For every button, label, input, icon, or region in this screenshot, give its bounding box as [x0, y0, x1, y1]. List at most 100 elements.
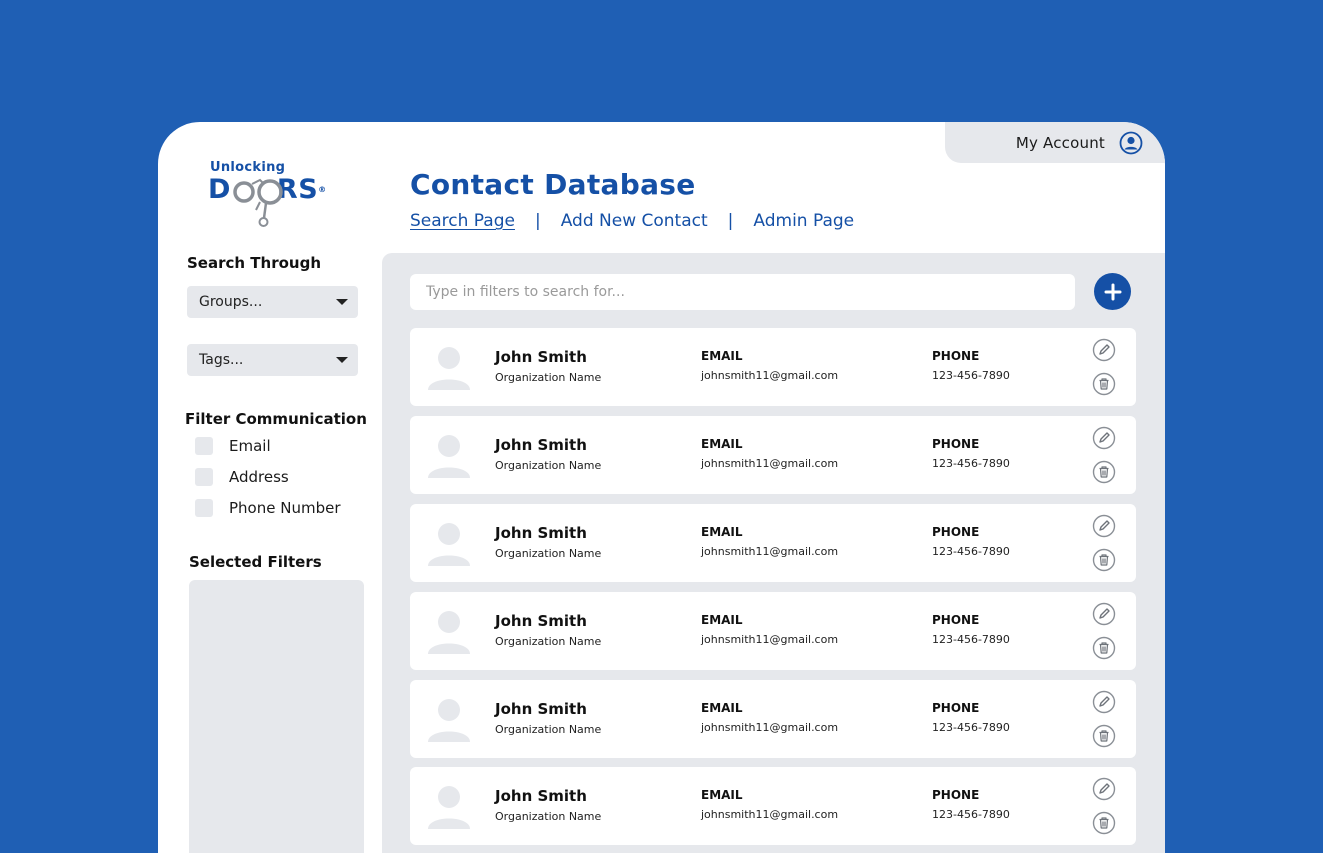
- contacts-panel: John Smith Organization Name EMAIL johns…: [382, 253, 1165, 853]
- phone-label: PHONE: [932, 613, 980, 627]
- phone-label: PHONE: [932, 525, 980, 539]
- delete-contact-button[interactable]: [1092, 811, 1116, 835]
- nav-separator: |: [727, 211, 734, 231]
- caret-down-icon: [336, 357, 348, 363]
- my-account-label: My Account: [1015, 133, 1105, 152]
- trash-icon: [1092, 811, 1116, 835]
- sidebar: Unlocking D RS ® Search Through Groups..…: [158, 122, 380, 853]
- groups-dropdown-label: Groups...: [199, 294, 263, 310]
- email-checkbox-label: Email: [229, 437, 271, 455]
- contact-name: John Smith: [495, 612, 587, 630]
- handcuffs-icon: [233, 178, 283, 227]
- contact-organization: Organization Name: [495, 547, 602, 560]
- unlocking-doors-logo: Unlocking D RS ®: [208, 160, 348, 232]
- edit-contact-button[interactable]: [1092, 514, 1116, 538]
- groups-dropdown[interactable]: Groups...: [187, 286, 358, 318]
- delete-contact-button[interactable]: [1092, 724, 1116, 748]
- contact-card[interactable]: John Smith Organization Name EMAIL johns…: [410, 504, 1136, 582]
- search-input[interactable]: [410, 274, 1075, 310]
- email-label: EMAIL: [701, 525, 743, 539]
- logo-letter-d: D: [208, 174, 231, 205]
- pencil-icon: [1092, 338, 1116, 362]
- logo-registered-mark: ®: [318, 185, 327, 194]
- contact-phone: 123-456-7890: [932, 721, 1010, 734]
- email-checkbox[interactable]: [195, 437, 213, 455]
- contact-card[interactable]: John Smith Organization Name EMAIL johns…: [410, 680, 1136, 758]
- avatar-placeholder-icon: [428, 611, 470, 654]
- nav-add-new-contact-link[interactable]: Add New Contact: [561, 211, 708, 231]
- filter-email-option[interactable]: Email: [195, 437, 271, 455]
- contact-name: John Smith: [495, 524, 587, 542]
- contact-card[interactable]: John Smith Organization Name EMAIL johns…: [410, 416, 1136, 494]
- contact-organization: Organization Name: [495, 810, 602, 823]
- email-label: EMAIL: [701, 349, 743, 363]
- filter-address-option[interactable]: Address: [195, 468, 289, 486]
- edit-contact-button[interactable]: [1092, 338, 1116, 362]
- nav-admin-page-link[interactable]: Admin Page: [753, 211, 854, 231]
- edit-contact-button[interactable]: [1092, 777, 1116, 801]
- avatar-placeholder-icon: [428, 786, 470, 829]
- delete-contact-button[interactable]: [1092, 460, 1116, 484]
- phone-label: PHONE: [932, 788, 980, 802]
- trash-icon: [1092, 548, 1116, 572]
- caret-down-icon: [336, 299, 348, 305]
- contact-card[interactable]: John Smith Organization Name EMAIL johns…: [410, 328, 1136, 406]
- contact-name: John Smith: [495, 787, 587, 805]
- contact-phone: 123-456-7890: [932, 457, 1010, 470]
- contact-phone: 123-456-7890: [932, 633, 1010, 646]
- phone-checkbox-label: Phone Number: [229, 499, 341, 517]
- contact-name: John Smith: [495, 348, 587, 366]
- selected-filters-box: [189, 580, 364, 853]
- contact-phone: 123-456-7890: [932, 545, 1010, 558]
- contact-organization: Organization Name: [495, 723, 602, 736]
- nav-search-page-link[interactable]: Search Page: [410, 211, 515, 231]
- trash-icon: [1092, 372, 1116, 396]
- my-account-button[interactable]: My Account: [945, 122, 1165, 163]
- page-nav: Search Page | Add New Contact | Admin Pa…: [410, 211, 854, 231]
- add-contact-button[interactable]: [1094, 273, 1131, 310]
- avatar-placeholder-icon: [428, 435, 470, 478]
- pencil-icon: [1092, 777, 1116, 801]
- filter-phone-option[interactable]: Phone Number: [195, 499, 341, 517]
- contact-email: johnsmith11@gmail.com: [701, 457, 839, 470]
- email-label: EMAIL: [701, 437, 743, 451]
- email-label: EMAIL: [701, 788, 743, 802]
- app-window: My Account Unlocking D RS ® Search Throu…: [158, 122, 1165, 853]
- address-checkbox-label: Address: [229, 468, 289, 486]
- pencil-icon: [1092, 602, 1116, 626]
- contact-phone: 123-456-7890: [932, 808, 1010, 821]
- nav-separator: |: [534, 211, 541, 231]
- contact-organization: Organization Name: [495, 371, 602, 384]
- contact-email: johnsmith11@gmail.com: [701, 545, 839, 558]
- email-label: EMAIL: [701, 613, 743, 627]
- contact-name: John Smith: [495, 700, 587, 718]
- edit-contact-button[interactable]: [1092, 690, 1116, 714]
- phone-label: PHONE: [932, 349, 980, 363]
- plus-icon: [1104, 283, 1121, 300]
- selected-filters-title: Selected Filters: [189, 553, 322, 571]
- phone-label: PHONE: [932, 701, 980, 715]
- delete-contact-button[interactable]: [1092, 636, 1116, 660]
- trash-icon: [1092, 724, 1116, 748]
- avatar-placeholder-icon: [428, 523, 470, 566]
- avatar-placeholder-icon: [428, 347, 470, 390]
- phone-checkbox[interactable]: [195, 499, 213, 517]
- filter-communication-title: Filter Communication: [185, 410, 367, 428]
- delete-contact-button[interactable]: [1092, 372, 1116, 396]
- edit-contact-button[interactable]: [1092, 602, 1116, 626]
- contact-email: johnsmith11@gmail.com: [701, 633, 839, 646]
- edit-contact-button[interactable]: [1092, 426, 1116, 450]
- pencil-icon: [1092, 514, 1116, 538]
- user-circle-icon: [1119, 131, 1143, 154]
- pencil-icon: [1092, 690, 1116, 714]
- email-label: EMAIL: [701, 701, 743, 715]
- contact-card[interactable]: John Smith Organization Name EMAIL johns…: [410, 592, 1136, 670]
- search-through-title: Search Through: [187, 254, 321, 272]
- avatar-placeholder-icon: [428, 699, 470, 742]
- delete-contact-button[interactable]: [1092, 548, 1116, 572]
- address-checkbox[interactable]: [195, 468, 213, 486]
- contact-phone: 123-456-7890: [932, 369, 1010, 382]
- contact-card[interactable]: John Smith Organization Name EMAIL johns…: [410, 767, 1136, 845]
- tags-dropdown[interactable]: Tags...: [187, 344, 358, 376]
- contact-email: johnsmith11@gmail.com: [701, 808, 839, 821]
